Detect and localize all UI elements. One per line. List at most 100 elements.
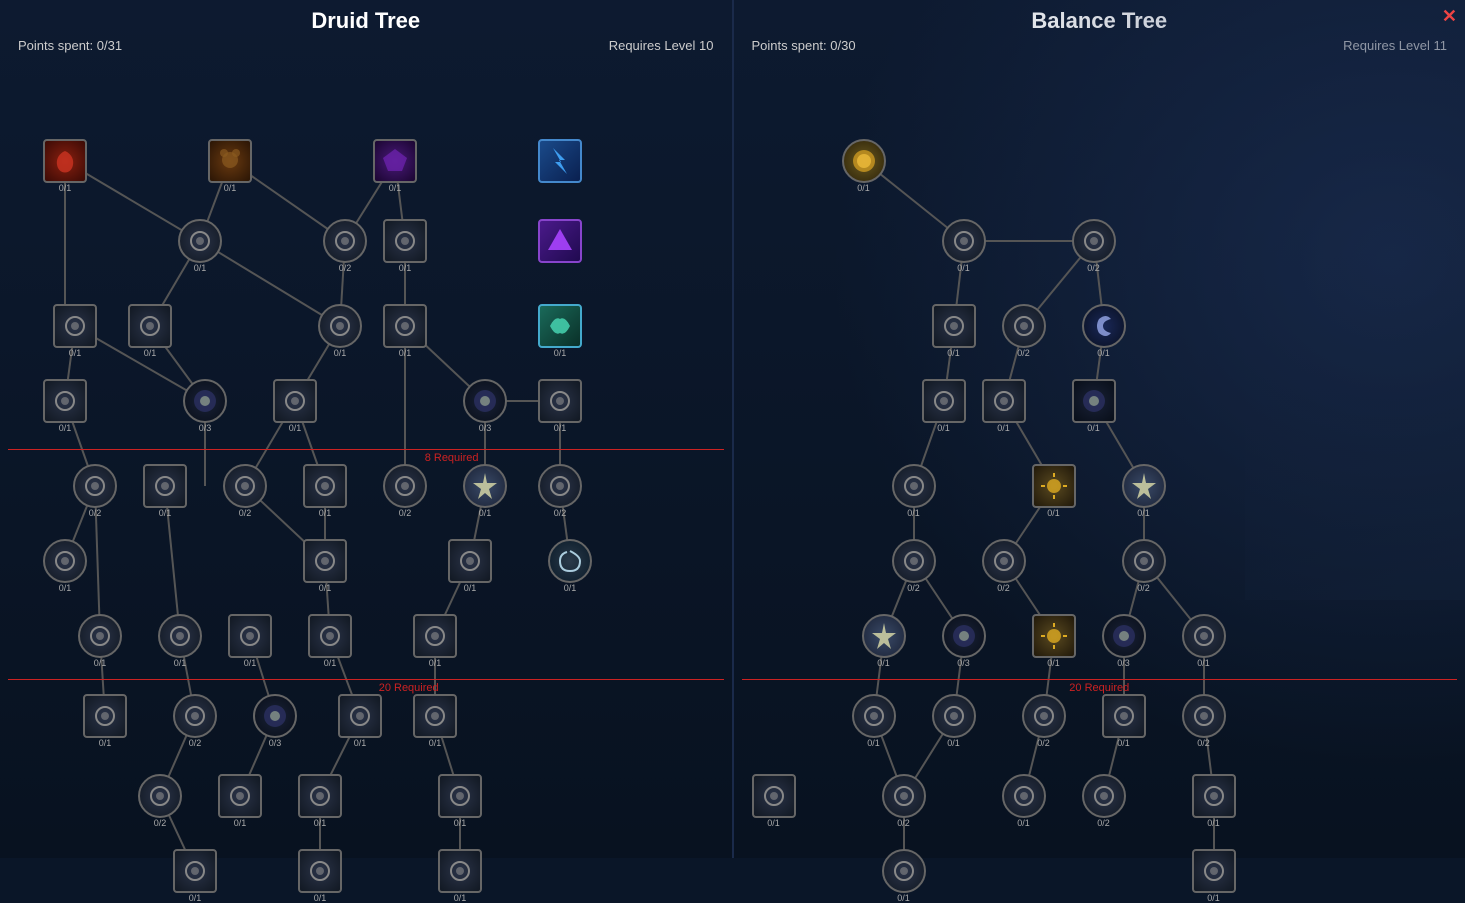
talent-node-d10[interactable]: 0/1 [383, 304, 427, 358]
talent-node-d16[interactable]: 0/2 [73, 464, 117, 518]
talent-icon-d39 [298, 774, 342, 818]
talent-node-b8[interactable]: 0/1 [982, 379, 1026, 433]
talent-node-d14[interactable]: 0/3 [463, 379, 507, 433]
talent-node-b26[interactable]: 0/1 [752, 774, 796, 828]
talent-node-d1[interactable]: 0/1 [43, 139, 87, 193]
balance-talent-grid: 0/10/10/20/10/20/10/10/10/10/10/10/10/20… [742, 59, 1458, 859]
talent-icon-b31 [882, 849, 926, 893]
talent-node-d15[interactable]: 0/1 [538, 379, 582, 433]
talent-node-b12[interactable]: 0/1 [1122, 464, 1166, 518]
talent-node-b7[interactable]: 0/1 [922, 379, 966, 433]
talent-node-b9[interactable]: 0/1 [1072, 379, 1116, 433]
talent-node-d19[interactable]: 0/1 [303, 464, 347, 518]
talent-icon-b18 [1032, 614, 1076, 658]
talent-node-d6[interactable]: 0/1 [383, 219, 427, 273]
talent-node-d20[interactable]: 0/2 [383, 464, 427, 518]
talent-node-b20[interactable]: 0/1 [1182, 614, 1226, 668]
talent-cost-d13: 0/1 [289, 424, 302, 433]
talent-cost-b15: 0/2 [1137, 584, 1150, 593]
talent-node-ds1[interactable] [538, 139, 582, 184]
talent-node-b1[interactable]: 0/1 [842, 139, 886, 193]
talent-icon-b17 [942, 614, 986, 658]
talent-node-d40[interactable]: 0/1 [438, 774, 482, 828]
balance-close-button[interactable]: ✕ [1442, 6, 1457, 27]
talent-node-b15[interactable]: 0/2 [1122, 539, 1166, 593]
talent-cost-d24: 0/1 [319, 584, 332, 593]
talent-icon-d6 [383, 219, 427, 263]
talent-node-b4[interactable]: 0/1 [932, 304, 976, 358]
talent-cost-d42: 0/1 [314, 894, 327, 903]
talent-cost-b7: 0/1 [937, 424, 950, 433]
talent-node-b13[interactable]: 0/2 [892, 539, 936, 593]
talent-node-d27[interactable]: 0/1 [78, 614, 122, 668]
talent-node-d25[interactable]: 0/1 [448, 539, 492, 593]
talent-icon-d35 [338, 694, 382, 738]
talent-node-b30[interactable]: 0/1 [1192, 774, 1236, 828]
talent-icon-d27 [78, 614, 122, 658]
talent-node-b10[interactable]: 0/1 [892, 464, 936, 518]
talent-node-d17[interactable]: 0/1 [143, 464, 187, 518]
talent-node-d18[interactable]: 0/2 [223, 464, 267, 518]
talent-cost-b22: 0/1 [947, 739, 960, 748]
talent-node-d37[interactable]: 0/2 [138, 774, 182, 828]
talent-node-b14[interactable]: 0/2 [982, 539, 1026, 593]
talent-node-d5[interactable]: 0/2 [323, 219, 367, 273]
talent-node-d21[interactable]: 0/1 [463, 464, 507, 518]
talent-node-b5[interactable]: 0/2 [1002, 304, 1046, 358]
talent-node-b16[interactable]: 0/1 [862, 614, 906, 668]
talent-node-d30[interactable]: 0/1 [308, 614, 352, 668]
talent-node-d33[interactable]: 0/2 [173, 694, 217, 748]
balance-points-spent: Points spent: 0/30 [752, 38, 856, 53]
talent-node-d28[interactable]: 0/1 [158, 614, 202, 668]
talent-node-d26[interactable]: 0/1 [548, 539, 592, 593]
talent-node-d39[interactable]: 0/1 [298, 774, 342, 828]
talent-cost-b31: 0/1 [897, 894, 910, 903]
talent-node-b25[interactable]: 0/2 [1182, 694, 1226, 748]
talent-node-b29[interactable]: 0/2 [1082, 774, 1126, 828]
talent-icon-b21 [852, 694, 896, 738]
talent-node-b11[interactable]: 0/1 [1032, 464, 1076, 518]
talent-node-d29[interactable]: 0/1 [228, 614, 272, 668]
talent-node-d24[interactable]: 0/1 [303, 539, 347, 593]
talent-node-b31[interactable]: 0/1 [882, 849, 926, 903]
talent-icon-d26 [548, 539, 592, 583]
talent-node-b22[interactable]: 0/1 [932, 694, 976, 748]
talent-node-ds3[interactable]: 0/1 [538, 304, 582, 358]
talent-node-d7[interactable]: 0/1 [53, 304, 97, 358]
talent-node-b3[interactable]: 0/2 [1072, 219, 1116, 273]
talent-node-b24[interactable]: 0/1 [1102, 694, 1146, 748]
talent-node-d31[interactable]: 0/1 [413, 614, 457, 668]
talent-node-d34[interactable]: 0/3 [253, 694, 297, 748]
talent-node-b32[interactable]: 0/1 [1192, 849, 1236, 903]
talent-node-d13[interactable]: 0/1 [273, 379, 317, 433]
talent-node-d36[interactable]: 0/1 [413, 694, 457, 748]
talent-icon-b28 [1002, 774, 1046, 818]
talent-node-d23[interactable]: 0/1 [43, 539, 87, 593]
talent-node-b19[interactable]: 0/3 [1102, 614, 1146, 668]
talent-node-d11[interactable]: 0/1 [43, 379, 87, 433]
talent-icon-b2 [942, 219, 986, 263]
talent-node-b21[interactable]: 0/1 [852, 694, 896, 748]
talent-node-b18[interactable]: 0/1 [1032, 614, 1076, 668]
talent-node-d8[interactable]: 0/1 [128, 304, 172, 358]
talent-node-d35[interactable]: 0/1 [338, 694, 382, 748]
talent-node-d41[interactable]: 0/1 [173, 849, 217, 903]
talent-node-d3[interactable]: 0/1 [373, 139, 417, 193]
talent-node-b2[interactable]: 0/1 [942, 219, 986, 273]
talent-node-d42[interactable]: 0/1 [298, 849, 342, 903]
talent-node-d4[interactable]: 0/1 [178, 219, 222, 273]
talent-node-b28[interactable]: 0/1 [1002, 774, 1046, 828]
talent-node-d32[interactable]: 0/1 [83, 694, 127, 748]
talent-node-b6[interactable]: 0/1 [1082, 304, 1126, 358]
talent-node-d12[interactable]: 0/3 [183, 379, 227, 433]
talent-node-b23[interactable]: 0/2 [1022, 694, 1066, 748]
talent-node-b17[interactable]: 0/3 [942, 614, 986, 668]
talent-node-d2[interactable]: 0/1 [208, 139, 252, 193]
talent-node-d43[interactable]: 0/1 [438, 849, 482, 903]
talent-node-d22[interactable]: 0/2 [538, 464, 582, 518]
talent-node-ds2[interactable] [538, 219, 582, 264]
talent-node-b27[interactable]: 0/2 [882, 774, 926, 828]
talent-icon-b7 [922, 379, 966, 423]
talent-node-d9[interactable]: 0/1 [318, 304, 362, 358]
talent-node-d38[interactable]: 0/1 [218, 774, 262, 828]
